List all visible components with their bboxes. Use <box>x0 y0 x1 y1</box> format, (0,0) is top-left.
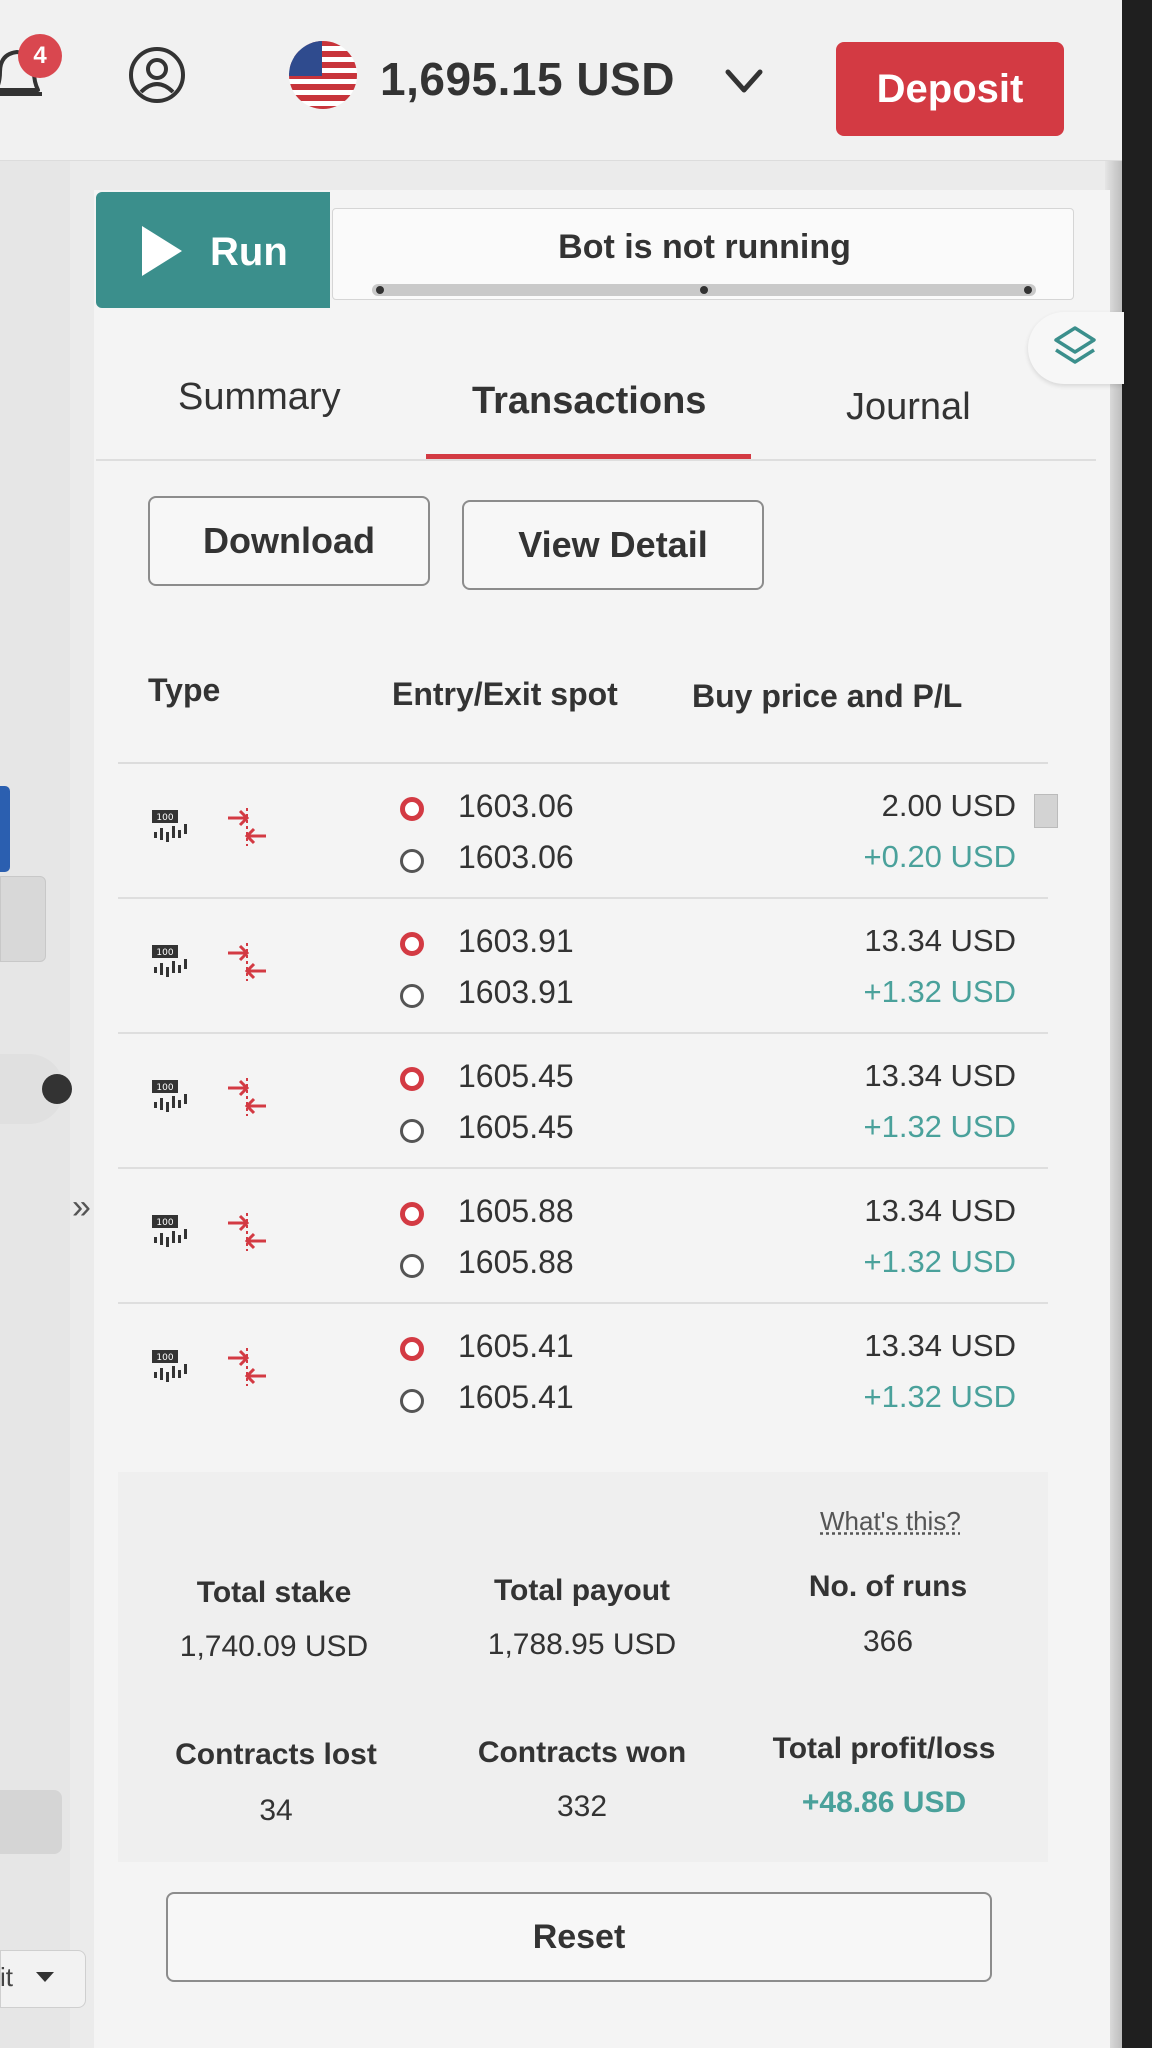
rise-fall-arrows-icon <box>228 943 266 981</box>
exit-spot: 1603.91 <box>458 974 574 1010</box>
left-block-edge <box>0 1790 62 1854</box>
total-profit-loss-label: Total profit/loss <box>772 1732 996 1765</box>
svg-text:100: 100 <box>156 1218 173 1228</box>
account-balance[interactable]: 1,695.15 USD <box>380 52 675 106</box>
svg-text:100: 100 <box>156 813 173 823</box>
rise-fall-arrows-icon <box>228 1213 266 1251</box>
buy-price: 13.34 USD <box>864 1328 1016 1363</box>
entry-spot: 1603.06 <box>458 788 574 824</box>
rise-fall-arrows-icon <box>228 1078 266 1116</box>
download-button[interactable]: Download <box>148 496 430 586</box>
runs-label: No. of runs <box>808 1570 968 1603</box>
contracts-lost-value: 34 <box>259 1794 293 1827</box>
volatility-100-index-icon: 100 <box>152 810 187 842</box>
tab-summary[interactable]: Summary <box>178 376 341 419</box>
entry-spot-marker <box>400 932 424 956</box>
runs-value: 366 <box>862 1625 914 1658</box>
exit-spot-marker <box>400 984 424 1008</box>
left-input-edge[interactable] <box>0 876 46 962</box>
exit-spot: 1605.45 <box>458 1109 574 1145</box>
total-payout-value: 1,788.95 USD <box>487 1628 677 1661</box>
chevron-down-icon[interactable] <box>722 64 766 98</box>
table-row[interactable]: 100 1603.06 1603.06 2.00 USD +0.20 USD <box>118 764 1048 899</box>
volatility-100-index-icon: 100 <box>152 1215 187 1247</box>
buy-price: 13.34 USD <box>864 923 1016 958</box>
progress-step-dot <box>376 286 384 294</box>
volatility-100-index-icon: 100 <box>152 1080 187 1112</box>
total-payout-label: Total payout <box>493 1574 671 1607</box>
column-header-type: Type <box>148 672 221 708</box>
entry-spot: 1605.88 <box>458 1193 574 1229</box>
entry-spot-marker <box>400 1337 424 1361</box>
exit-spot: 1605.41 <box>458 1379 574 1415</box>
notification-badge: 4 <box>18 34 62 78</box>
reset-button[interactable]: Reset <box>166 1892 992 1982</box>
exit-spot-marker <box>400 1254 424 1278</box>
volatility-100-index-icon: 100 <box>152 945 187 977</box>
run-button-label[interactable]: Run <box>210 230 288 275</box>
total-stake-label: Total stake <box>196 1576 352 1609</box>
play-icon[interactable] <box>142 226 182 276</box>
bot-status-text: Bot is not running <box>558 228 851 266</box>
svg-text:100: 100 <box>156 1083 173 1093</box>
contracts-won-label: Contracts won <box>477 1736 687 1769</box>
exit-spot: 1605.88 <box>458 1244 574 1280</box>
left-blue-tab[interactable] <box>0 786 10 872</box>
volatility-100-index-icon: 100 <box>152 1350 187 1382</box>
table-row[interactable]: 100 1605.88 1605.88 13.34 USD +1.32 USD <box>118 1169 1048 1304</box>
table-row[interactable]: 100 1605.41 1605.41 13.34 USD +1.32 USD <box>118 1304 1048 1437</box>
entry-spot-marker <box>400 797 424 821</box>
buy-price: 2.00 USD <box>881 788 1016 823</box>
left-dropdown-label: it <box>0 1962 13 1992</box>
table-row[interactable]: 100 1605.45 1605.45 13.34 USD +1.32 USD <box>118 1034 1048 1169</box>
exit-spot: 1603.06 <box>458 839 574 875</box>
profit-loss: +1.32 USD <box>863 1244 1016 1279</box>
profit-loss: +1.32 USD <box>863 1109 1016 1144</box>
entry-spot-marker <box>400 1202 424 1226</box>
layers-icon[interactable] <box>1050 324 1100 372</box>
contracts-lost-label: Contracts lost <box>175 1738 377 1771</box>
column-header-buy-price-pl: Buy price and P/L <box>692 678 963 714</box>
us-flag-icon[interactable] <box>288 40 358 110</box>
deposit-button[interactable]: Deposit <box>836 42 1064 136</box>
exit-spot-marker <box>400 1119 424 1143</box>
buy-price: 13.34 USD <box>864 1058 1016 1093</box>
svg-text:100: 100 <box>156 948 173 958</box>
entry-spot-marker <box>400 1067 424 1091</box>
tab-transactions[interactable]: Transactions <box>472 380 706 423</box>
expand-panel-icon[interactable]: » <box>72 1188 91 1227</box>
profit-loss: +0.20 USD <box>863 839 1016 874</box>
active-tab-indicator <box>426 454 751 459</box>
progress-step-dot <box>1024 286 1032 294</box>
rise-fall-arrows-icon <box>228 808 266 846</box>
tab-divider <box>96 459 1096 461</box>
total-stake-value: 1,740.09 USD <box>179 1630 369 1663</box>
whats-this-link[interactable]: What's this? <box>820 1506 961 1537</box>
screen-bezel <box>1122 0 1152 2048</box>
progress-step-dot <box>700 286 708 294</box>
entry-spot: 1605.45 <box>458 1058 574 1094</box>
entry-spot: 1605.41 <box>458 1328 574 1364</box>
view-detail-button[interactable]: View Detail <box>462 500 764 590</box>
caret-down-icon <box>36 1972 54 1982</box>
quick-strategy-button[interactable] <box>1028 312 1124 384</box>
exit-spot-marker <box>400 849 424 873</box>
contracts-won-value: 332 <box>556 1790 608 1823</box>
tab-journal[interactable]: Journal <box>846 386 971 429</box>
exit-spot-marker <box>400 1389 424 1413</box>
entry-spot: 1603.91 <box>458 923 574 959</box>
table-row[interactable]: 100 1603.91 1603.91 13.34 USD +1.32 USD <box>118 899 1048 1034</box>
account-icon[interactable] <box>128 46 186 104</box>
total-profit-loss-value: +48.86 USD <box>801 1786 967 1819</box>
rise-fall-arrows-icon <box>228 1348 266 1386</box>
svg-text:100: 100 <box>156 1353 173 1363</box>
profit-loss: +1.32 USD <box>863 974 1016 1009</box>
profit-loss: +1.32 USD <box>863 1379 1016 1414</box>
toggle-icon[interactable] <box>42 1074 72 1104</box>
buy-price: 13.34 USD <box>864 1193 1016 1228</box>
column-header-entry-exit-spot: Entry/Exit spot <box>392 676 618 712</box>
